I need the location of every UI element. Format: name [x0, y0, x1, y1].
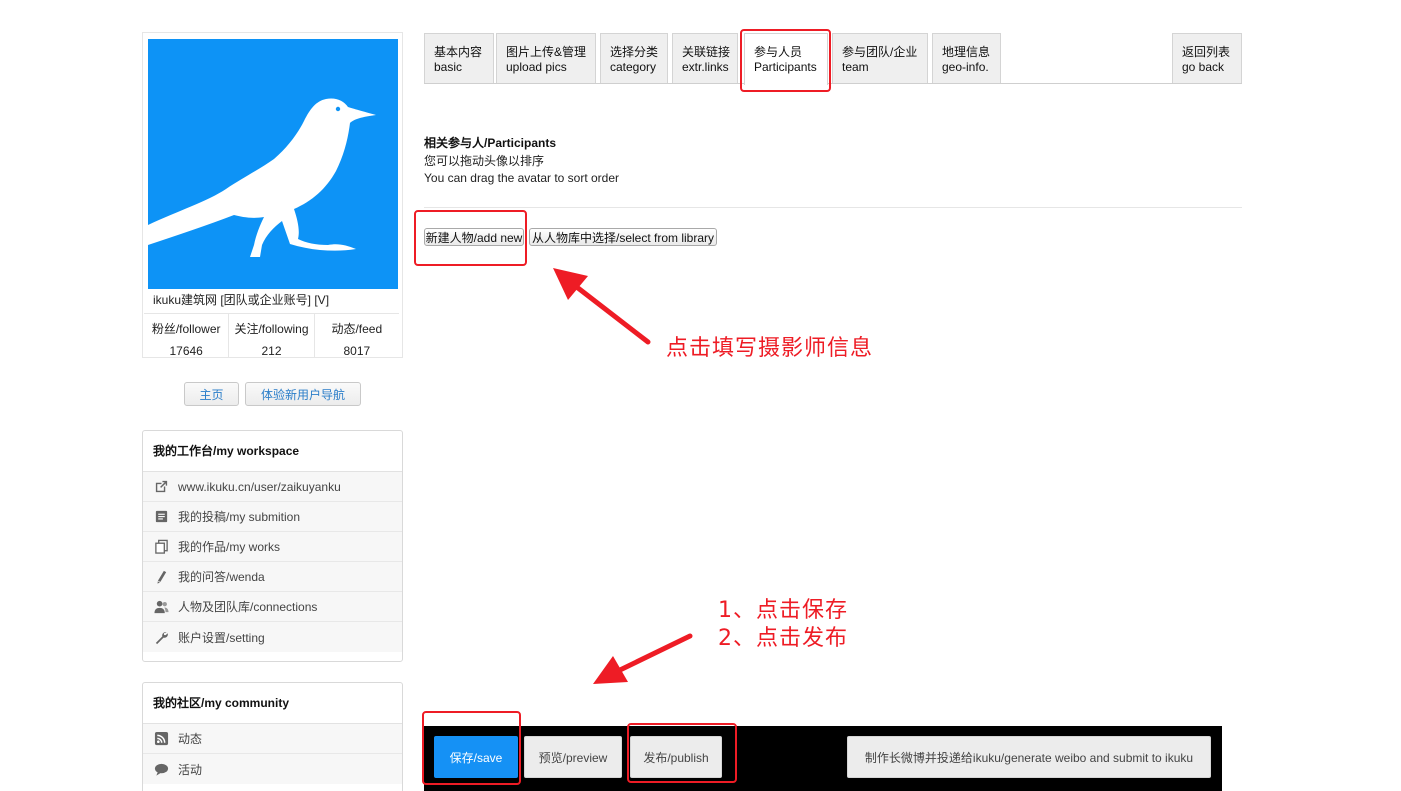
generate-weibo-button[interactable]: 制作长微博并投递给ikuku/generate weibo and submit… — [847, 736, 1211, 778]
stat-value: 212 — [261, 344, 282, 358]
profile-name[interactable]: ikuku建筑网 [团队或企业账号] [V] — [153, 291, 329, 308]
tab-label-en: category — [610, 60, 657, 74]
community-panel: 我的社区/my community 动态 活动 — [142, 682, 403, 791]
rss-icon — [153, 731, 169, 747]
community-item-events[interactable]: 活动 — [143, 754, 402, 784]
workspace-item-label: www.ikuku.cn/user/zaikuyanku — [178, 479, 341, 494]
tab-label-cn: 关联链接 — [682, 45, 731, 59]
workspace-item-connections[interactable]: 人物及团队库/connections — [143, 592, 402, 622]
tab-go-back[interactable]: 返回列表 go back — [1172, 33, 1242, 83]
tab-basic[interactable]: 基本内容 basic — [424, 33, 494, 83]
tab-label-en: geo-info. — [942, 60, 989, 74]
wrench-icon — [153, 629, 169, 645]
chat-icon — [153, 761, 169, 777]
workspace-panel: 我的工作台/my workspace www.ikuku.cn/user/zai… — [142, 430, 403, 662]
community-item-label: 活动 — [178, 762, 203, 777]
divider — [424, 207, 1242, 208]
tab-team[interactable]: 参与团队/企业 team — [832, 33, 928, 83]
save-button[interactable]: 保存/save — [434, 736, 518, 778]
stat-feed[interactable]: 动态/feed 8017 — [315, 314, 399, 358]
edit-tabs: 基本内容 basic 图片上传&管理 upload pics 选择分类 cate… — [424, 32, 1242, 85]
workspace-item-label: 我的作品/my works — [178, 540, 281, 554]
arrow-to-add-new — [553, 268, 651, 345]
arrow-to-save — [593, 633, 693, 684]
workspace-item-label: 人物及团队库/connections — [178, 600, 318, 614]
workspace-title: 我的工作台/my workspace — [143, 431, 402, 472]
workspace-item-works[interactable]: 我的作品/my works — [143, 532, 402, 562]
pencil-icon — [153, 569, 169, 585]
annotation-fill-photographer: 点击填写摄影师信息 — [666, 336, 874, 361]
stat-value: 8017 — [343, 344, 371, 358]
annotation-step-publish: 2、点击发布 — [718, 626, 848, 651]
participants-title: 相关参与人/Participants — [424, 136, 557, 150]
community-title: 我的社区/my community — [143, 683, 402, 724]
document-icon — [153, 509, 169, 525]
workspace-item-submission[interactable]: 我的投稿/my submition — [143, 502, 402, 532]
tab-label-en: go back — [1182, 60, 1225, 74]
tab-participants[interactable]: 参与人员 Participants — [744, 33, 828, 85]
community-item-feed[interactable]: 动态 — [143, 724, 402, 754]
tab-geo-info[interactable]: 地理信息 geo-info. — [932, 33, 1001, 83]
bird-logo-icon — [148, 98, 376, 257]
tab-label-cn: 地理信息 — [942, 45, 991, 59]
copy-icon — [153, 539, 169, 555]
tab-extr-links[interactable]: 关联链接 extr.links — [672, 33, 738, 83]
community-item-label: 动态 — [178, 732, 203, 746]
annotation-step-save: 1、点击保存 — [718, 598, 848, 623]
tab-label-cn: 返回列表 — [1182, 45, 1231, 59]
tab-upload-pics[interactable]: 图片上传&管理 upload pics — [496, 33, 596, 83]
new-user-guide-button[interactable]: 体验新用户导航 — [245, 382, 361, 406]
workspace-item-wenda[interactable]: 我的问答/wenda — [143, 562, 402, 592]
workspace-item-homepage-link[interactable]: www.ikuku.cn/user/zaikuyanku — [143, 472, 402, 502]
tab-label-cn: 参与人员 — [754, 45, 803, 59]
tab-label-en: team — [842, 60, 869, 74]
add-new-participant-button[interactable]: 新建人物/add new — [424, 228, 524, 246]
home-button[interactable]: 主页 — [184, 382, 239, 406]
tab-label-cn: 选择分类 — [610, 45, 659, 59]
tab-label-en: upload pics — [506, 60, 567, 74]
drag-hint-en: You can drag the avatar to sort order — [424, 171, 620, 185]
external-link-icon — [153, 479, 169, 495]
drag-hint-cn: 您可以拖动头像以排序 — [424, 154, 545, 168]
tab-label-cn: 基本内容 — [434, 45, 483, 59]
tab-label-en: extr.links — [682, 60, 729, 74]
stat-label: 关注/following — [234, 322, 309, 336]
stat-followers[interactable]: 粉丝/follower 17646 — [144, 314, 230, 358]
tab-label-en: basic — [434, 60, 463, 74]
workspace-item-label: 我的问答/wenda — [178, 570, 265, 584]
workspace-item-label: 我的投稿/my submition — [178, 510, 301, 524]
avatar[interactable] — [148, 39, 398, 289]
tab-category[interactable]: 选择分类 category — [600, 33, 668, 83]
profile-card: ikuku建筑网 [团队或企业账号] [V] 粉丝/follower 17646… — [142, 32, 403, 358]
tab-label-cn: 图片上传&管理 — [506, 45, 587, 59]
stat-following[interactable]: 关注/following 212 — [229, 314, 315, 358]
profile-stats: 粉丝/follower 17646 关注/following 212 动态/fe… — [144, 313, 399, 358]
stat-value: 17646 — [169, 344, 203, 358]
tab-label-en: Participants — [754, 60, 817, 74]
workspace-item-setting[interactable]: 账户设置/setting — [143, 622, 402, 652]
action-bar: 保存/save 预览/preview 发布/publish 制作长微博并投递给i… — [424, 726, 1222, 791]
stat-label: 动态/feed — [331, 322, 383, 336]
workspace-item-label: 账户设置/setting — [178, 630, 265, 645]
people-icon — [153, 599, 169, 615]
publish-button[interactable]: 发布/publish — [630, 736, 722, 778]
preview-button[interactable]: 预览/preview — [524, 736, 622, 778]
stat-label: 粉丝/follower — [151, 322, 221, 336]
tab-label-cn: 参与团队/企业 — [842, 45, 918, 59]
select-from-library-button[interactable]: 从人物库中选择/select from library — [529, 228, 717, 246]
